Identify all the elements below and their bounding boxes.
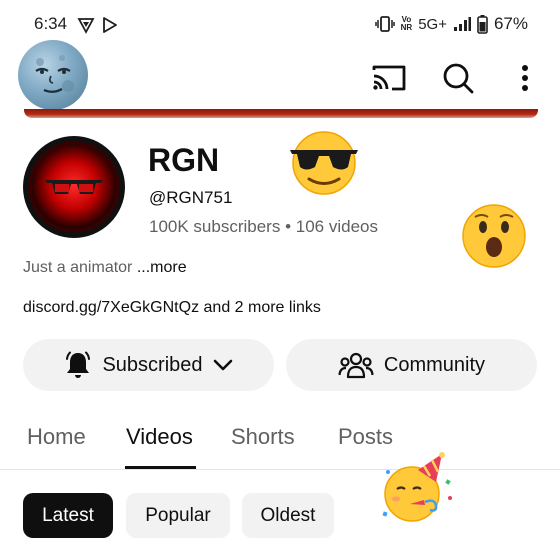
description-more-link[interactable]: ...more: [137, 259, 187, 276]
channel-description[interactable]: Just a animator ...more: [23, 259, 187, 277]
subscribed-button[interactable]: Subscribed: [23, 339, 274, 391]
chip-oldest[interactable]: Oldest: [242, 493, 334, 538]
search-icon[interactable]: [440, 60, 476, 96]
tab-home[interactable]: Home: [27, 424, 86, 450]
community-label: Community: [383, 353, 486, 376]
party-emoji-sticker: [382, 452, 452, 522]
chevron-down-icon: [213, 359, 232, 371]
description-text: Just a animator: [23, 259, 137, 276]
chip-popular[interactable]: Popular: [126, 493, 230, 538]
community-button[interactable]: Community: [286, 339, 537, 391]
play-store-icon: [103, 17, 117, 33]
surprised-emoji-sticker: [462, 204, 526, 268]
status-indicators: Vo NR 5G+ 67%: [374, 14, 528, 34]
network-type: 5G+: [418, 15, 447, 33]
subscribed-label: Subscribed: [102, 353, 203, 376]
channel-avatar[interactable]: [23, 136, 125, 238]
tab-videos[interactable]: Videos: [126, 424, 193, 450]
account-avatar[interactable]: [18, 40, 88, 110]
stats-separator: •: [285, 217, 292, 236]
signal-icon: [453, 17, 471, 31]
bell-ringing-icon: [66, 351, 91, 378]
cast-icon[interactable]: [371, 60, 407, 96]
battery-percent: 67%: [493, 14, 528, 33]
channel-handle: @RGN751: [149, 188, 233, 207]
tab-shorts[interactable]: Shorts: [231, 424, 295, 450]
channel-name: RGN: [148, 142, 220, 178]
status-time: 6:34: [34, 14, 68, 33]
moon-face-icon: [35, 55, 74, 93]
shield-notification-icon: [77, 18, 95, 34]
sunglasses-emoji-sticker: [290, 131, 358, 195]
channel-links[interactable]: discord.gg/7XeGkGNtQz and 2 more links: [23, 299, 321, 317]
tab-posts[interactable]: Posts: [338, 424, 393, 450]
subscriber-count: 100K subscribers: [149, 217, 281, 236]
community-icon: [338, 352, 374, 379]
video-count: 106 videos: [295, 217, 378, 236]
battery-icon: [477, 14, 488, 34]
channel-banner[interactable]: [24, 109, 538, 118]
vibrate-icon: [374, 16, 395, 32]
channel-stats: 100K subscribers • 106 videos: [149, 217, 378, 237]
sunglasses-avatar-icon: [28, 141, 120, 233]
chip-latest[interactable]: Latest: [23, 493, 113, 538]
more-vert-icon[interactable]: [507, 60, 543, 96]
volte-indicator: Vo NR: [400, 15, 413, 32]
tab-divider: [0, 469, 560, 470]
